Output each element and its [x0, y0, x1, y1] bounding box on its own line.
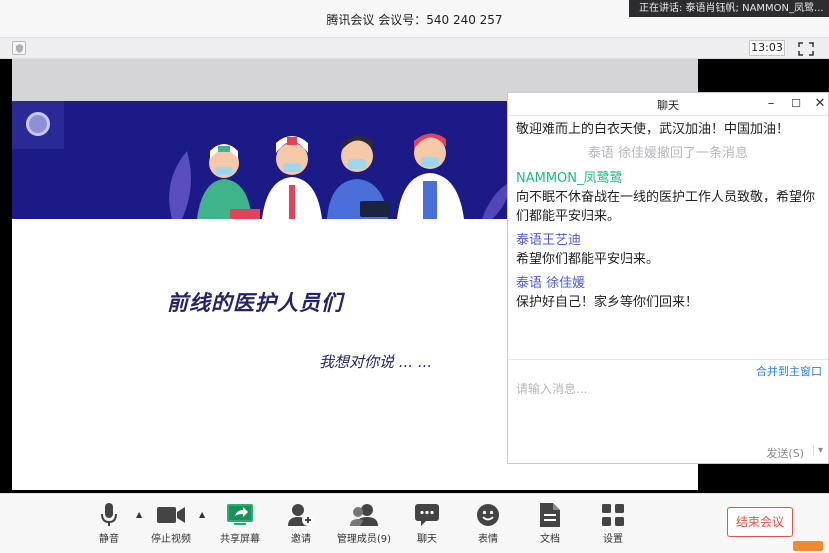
settings-button[interactable]: 设置: [583, 502, 643, 545]
reactions-button[interactable]: 表情: [458, 502, 518, 545]
video-options-caret-icon[interactable]: ▲: [199, 510, 205, 519]
chat-sender: 泰语王艺迪: [516, 233, 582, 248]
app-logo-icon: [793, 541, 823, 551]
maximize-icon[interactable]: ☐: [788, 97, 804, 110]
mute-label: 静音: [99, 534, 119, 545]
grid-settings-icon: [602, 504, 624, 526]
manage-members-label: 管理成员(9): [336, 534, 392, 545]
chat-button[interactable]: 聊天: [397, 502, 457, 545]
close-icon[interactable]: ✕: [812, 96, 828, 111]
video-camera-icon: [157, 507, 185, 523]
send-options-chevron-icon[interactable]: ▾: [812, 445, 823, 456]
mute-button[interactable]: 静音: [79, 502, 139, 545]
chat-message: 保护好自己！家乡等你们回来！: [516, 295, 699, 310]
documents-label: 文档: [540, 534, 560, 545]
chat-header: 聊天 – ☐ ✕: [508, 93, 828, 116]
end-meeting-button[interactable]: 结束会议: [727, 507, 793, 537]
meeting-toolbar: 静音 ▲ 停止视频 ▲ 共享屏幕 邀请 管理成员(9) 聊天 表情 文档 设置 …: [0, 493, 829, 553]
meeting-window: 腾讯会议 会议号：540 240 257 正在讲话: 泰语肖钰帆; NAMMON…: [0, 0, 829, 553]
minimize-icon[interactable]: –: [763, 96, 779, 111]
slide-title: 前线的医护人员们: [167, 291, 343, 315]
documents-button[interactable]: 文档: [520, 502, 580, 545]
speaking-indicator: 正在讲话: 泰语肖钰帆; NAMMON_凤鹭...: [629, 0, 829, 17]
settings-label: 设置: [603, 534, 623, 545]
chat-title: 聊天: [657, 99, 679, 112]
chat-message: 向不眠不休奋战在一线的医护工作人员致敬，希望你们都能平安归来。: [516, 190, 816, 224]
send-button[interactable]: 发送(S): [766, 445, 804, 461]
chat-message: 敬迎难而上的白衣天使，武汉加油！中国加油！: [516, 122, 790, 137]
chat-divider: [508, 359, 828, 360]
share-screen-icon: [227, 504, 253, 525]
smile-icon: [477, 504, 499, 526]
manage-members-button[interactable]: 管理成员(9): [334, 502, 394, 545]
shared-screen: 前线的医护人员们 我想对你说 ... ... 聊天 – ☐ ✕ 敬迎难而上的白衣…: [0, 59, 829, 493]
chat-messages: 敬迎难而上的白衣天使，武汉加油！中国加油！ 泰语 徐佳媛撤回了一条消息 NAMM…: [508, 116, 828, 312]
chat-message: 希望你们都能平安归来。: [516, 252, 660, 267]
stop-video-label: 停止视频: [151, 534, 191, 545]
security-shield-icon[interactable]: [12, 41, 26, 55]
chat-sender: 泰语 徐佳媛: [516, 276, 586, 291]
invite-label: 邀请: [291, 534, 311, 545]
avatar-dot: [26, 112, 50, 136]
chat-bubble-icon: [415, 504, 439, 526]
share-screen-label: 共享屏幕: [220, 534, 260, 545]
members-icon: [350, 504, 378, 526]
system-message: 泰语 徐佳媛撤回了一条消息: [587, 146, 749, 161]
fullscreen-icon[interactable]: [798, 41, 814, 56]
chat-label: 聊天: [417, 534, 437, 545]
merge-to-main-link[interactable]: 合并到主窗口: [756, 363, 822, 379]
chat-panel: 聊天 – ☐ ✕ 敬迎难而上的白衣天使，武汉加油！中国加油！ 泰语 徐佳媛撤回了…: [507, 92, 829, 464]
invite-user-icon: [288, 504, 314, 526]
chat-input[interactable]: 请输入消息...: [516, 380, 587, 397]
microphone-icon: [101, 503, 117, 526]
slide-subtitle: 我想对你说 ... ...: [319, 353, 433, 371]
stop-video-button[interactable]: 停止视频: [141, 502, 201, 545]
meeting-info-bar: 13:03: [0, 38, 829, 59]
document-icon: [540, 503, 560, 527]
invite-button[interactable]: 邀请: [271, 502, 331, 545]
reactions-label: 表情: [478, 534, 498, 545]
share-screen-button[interactable]: 共享屏幕: [210, 502, 270, 545]
meeting-clock: 13:03: [749, 40, 785, 56]
chat-sender: NAMMON_凤鹭鹭: [516, 171, 623, 186]
presenter-avatar[interactable]: [12, 101, 64, 149]
title-bar: 腾讯会议 会议号：540 240 257 正在讲话: 泰语肖钰帆; NAMMON…: [0, 0, 829, 38]
